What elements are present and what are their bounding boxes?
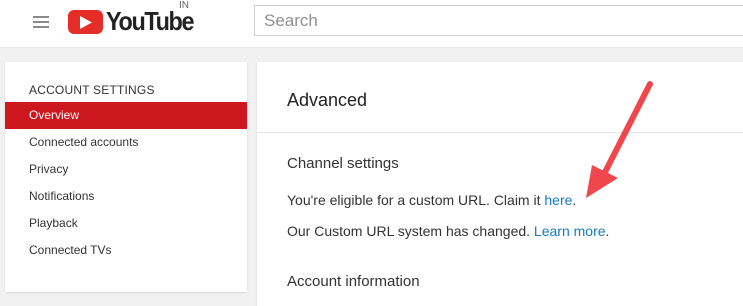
channel-settings-heading: Channel settings [287,155,399,172]
custom-url-change-text: Our Custom URL system has changed. Learn… [287,223,609,239]
country-code: IN [179,0,189,11]
custom-url-eligibility-prefix: You're eligible for a custom URL. Claim … [287,192,545,208]
account-information-heading: Account information [287,273,420,290]
sidebar-item-overview[interactable]: Overview [5,102,247,129]
masthead: YouTube IN [0,0,743,48]
custom-url-eligibility-text: You're eligible for a custom URL. Claim … [287,192,576,208]
custom-url-eligibility-suffix: . [572,192,577,208]
divider [257,132,743,133]
page-title: Advanced [287,90,368,110]
sidebar-heading: ACCOUNT SETTINGS [29,83,155,97]
learn-more-link[interactable]: Learn more [534,223,606,239]
sidebar-item-connected-accounts[interactable]: Connected accounts [5,129,247,156]
advanced-settings-panel: Advanced Channel settings You're eligibl… [257,62,743,306]
sidebar-item-connected-tvs[interactable]: Connected TVs [5,237,247,264]
sidebar-item-playback[interactable]: Playback [5,210,247,237]
account-settings-sidebar: ACCOUNT SETTINGS Overview Connected acco… [5,62,247,292]
claim-custom-url-link[interactable]: here [544,192,572,208]
sidebar-item-notifications[interactable]: Notifications [5,183,247,210]
search-input[interactable] [255,6,743,35]
sidebar-item-privacy[interactable]: Privacy [5,156,247,183]
custom-url-change-prefix: Our Custom URL system has changed. [287,223,534,239]
guide-menu-icon[interactable] [33,15,49,29]
search-box[interactable] [254,5,743,36]
play-icon [68,10,103,34]
custom-url-change-suffix: . [605,223,610,239]
